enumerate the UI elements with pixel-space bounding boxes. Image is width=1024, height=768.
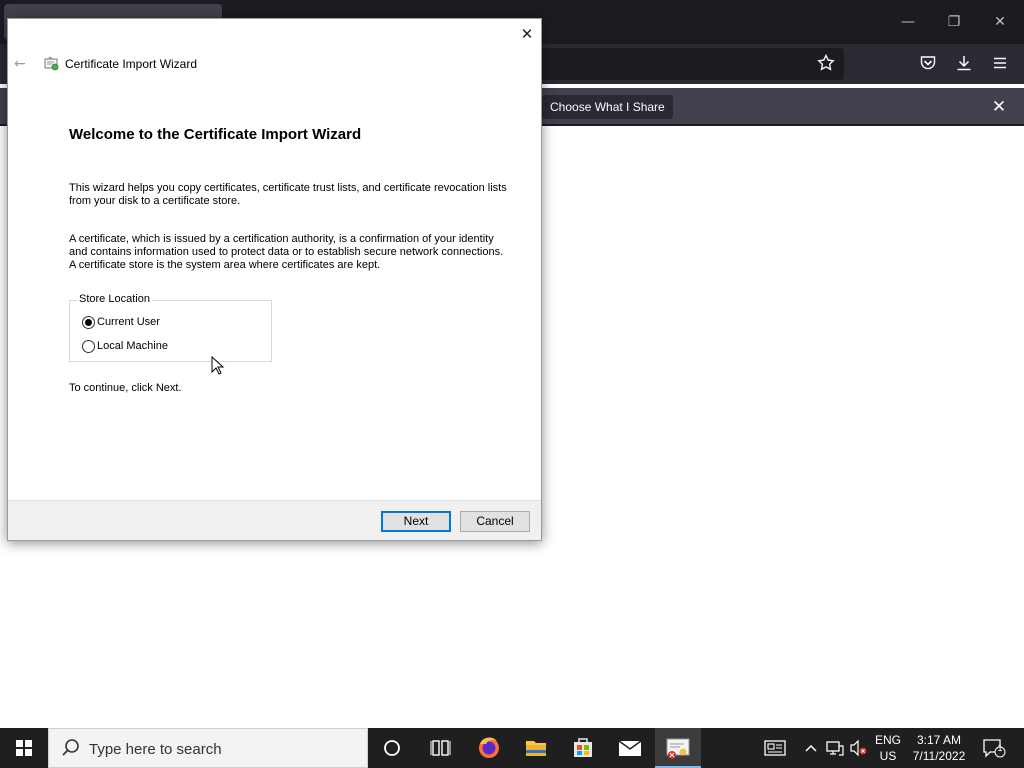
network-icon[interactable] bbox=[825, 738, 845, 758]
certificate-icon bbox=[44, 56, 60, 72]
wizard-intro-text: This wizard helps you copy certificates,… bbox=[69, 182, 507, 207]
downloads-icon[interactable] bbox=[954, 54, 974, 74]
local-machine-label[interactable]: Local Machine bbox=[97, 340, 168, 352]
volume-muted-icon[interactable] bbox=[849, 738, 869, 758]
minimize-icon[interactable]: — bbox=[898, 12, 918, 32]
taskbar: Type here to search ENG US 3:17 AM 7/11/… bbox=[0, 728, 1024, 768]
mouse-pointer-icon bbox=[211, 355, 225, 376]
microsoft-store-taskbar-icon[interactable] bbox=[560, 728, 606, 768]
certificate-wizard-taskbar-icon[interactable] bbox=[655, 728, 701, 768]
choose-what-i-share-button[interactable]: Choose What I Share bbox=[542, 95, 673, 119]
clock-time: 3:17 AM bbox=[916, 733, 962, 747]
task-view-button[interactable] bbox=[417, 728, 463, 768]
cancel-button[interactable]: Cancel bbox=[460, 511, 530, 532]
store-location-group: Store Location Current User Local Machin… bbox=[69, 293, 272, 362]
wizard-heading: Welcome to the Certificate Import Wizard bbox=[69, 126, 362, 143]
chevron-up-icon[interactable] bbox=[801, 738, 821, 758]
next-button[interactable]: Next bbox=[381, 511, 451, 532]
current-user-option[interactable]: Current User bbox=[82, 314, 160, 330]
restore-icon[interactable]: ❐ bbox=[944, 12, 964, 32]
notification-count: 1 bbox=[997, 743, 1003, 753]
search-placeholder: Type here to search bbox=[89, 741, 222, 758]
local-machine-option[interactable]: Local Machine bbox=[82, 338, 168, 354]
local-machine-radio[interactable] bbox=[82, 339, 95, 353]
file-explorer-taskbar-icon[interactable] bbox=[513, 728, 559, 768]
store-location-legend: Store Location bbox=[77, 293, 152, 305]
back-arrow-icon[interactable]: ← bbox=[14, 55, 32, 73]
mail-taskbar-icon[interactable] bbox=[607, 728, 653, 768]
language-indicator[interactable]: ENG US bbox=[872, 732, 904, 764]
keyboard-region: US bbox=[879, 749, 897, 763]
clock[interactable]: 3:17 AM 7/11/2022 bbox=[906, 732, 972, 764]
certificate-import-wizard-dialog: ✕ ← Certificate Import Wizard Welcome to… bbox=[7, 18, 542, 541]
firefox-taskbar-icon[interactable] bbox=[466, 728, 512, 768]
start-button[interactable] bbox=[0, 728, 48, 768]
taskbar-search-box[interactable]: Type here to search bbox=[48, 728, 368, 768]
pocket-icon[interactable] bbox=[918, 54, 938, 74]
continue-instruction: To continue, click Next. bbox=[69, 382, 182, 394]
wizard-description-text: A certificate, which is issued by a cert… bbox=[69, 233, 504, 271]
language-code: ENG bbox=[874, 733, 901, 747]
dialog-footer: Next Cancel bbox=[8, 500, 541, 540]
close-dialog-icon[interactable]: ✕ bbox=[515, 24, 539, 44]
close-notification-icon[interactable]: ✕ bbox=[988, 96, 1010, 118]
news-and-interests-icon[interactable] bbox=[764, 738, 786, 758]
search-icon bbox=[61, 738, 81, 758]
clock-date: 7/11/2022 bbox=[912, 749, 966, 763]
menu-icon[interactable] bbox=[990, 54, 1010, 74]
bookmark-star-icon[interactable] bbox=[816, 53, 836, 74]
current-user-label[interactable]: Current User bbox=[97, 316, 160, 328]
dialog-title: Certificate Import Wizard bbox=[65, 57, 198, 71]
close-window-icon[interactable]: ✕ bbox=[990, 12, 1010, 32]
notification-center-icon[interactable]: 1 bbox=[982, 738, 1006, 758]
current-user-radio[interactable] bbox=[82, 315, 95, 329]
cortana-button[interactable] bbox=[369, 728, 415, 768]
